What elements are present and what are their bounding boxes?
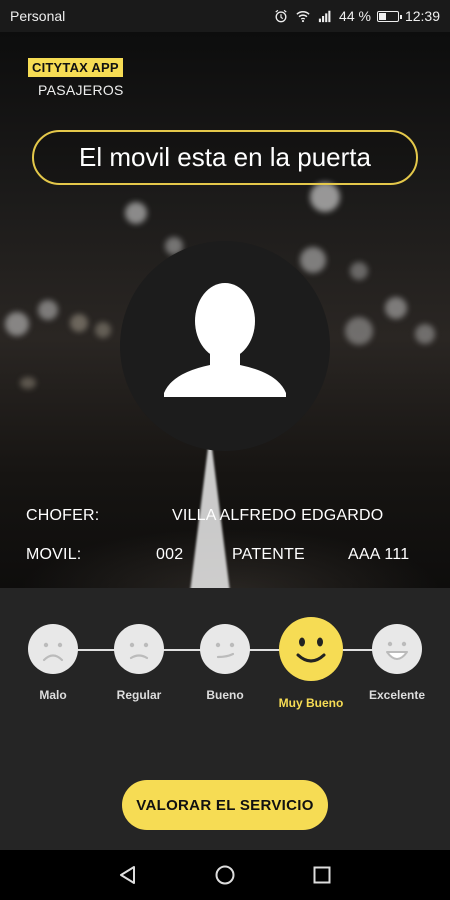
bokeh-light bbox=[95, 322, 111, 338]
user-silhouette-icon bbox=[164, 283, 286, 397]
bokeh-light bbox=[385, 297, 407, 319]
wifi-icon bbox=[296, 11, 310, 23]
app-subtitle: PASAJEROS bbox=[38, 82, 124, 98]
movil-label: MOVIL: bbox=[26, 546, 82, 563]
back-button[interactable] bbox=[108, 855, 148, 895]
recents-button[interactable] bbox=[302, 855, 342, 895]
rating-label-regular: Regular bbox=[116, 688, 162, 702]
carrier-label: Personal bbox=[10, 8, 66, 24]
status-icons: 44 % 12:39 bbox=[273, 8, 440, 24]
movil-value: 002 bbox=[156, 546, 184, 563]
battery-icon bbox=[376, 10, 402, 22]
app-logo: CITYTAX APP bbox=[28, 58, 123, 77]
system-nav-bar bbox=[0, 850, 450, 900]
happy-face-icon bbox=[296, 637, 326, 663]
rating-label-bueno: Bueno bbox=[206, 688, 244, 702]
chofer-name: VILLA ALFREDO EDGARDO bbox=[172, 507, 384, 524]
rating-label-malo: Malo bbox=[39, 688, 67, 702]
clock: 12:39 bbox=[404, 8, 440, 24]
bokeh-light bbox=[415, 324, 435, 344]
hero-background: CITYTAX APP PASAJEROS El movil esta en l… bbox=[0, 32, 450, 588]
rating-label-muy-bueno: Muy Bueno bbox=[278, 696, 344, 710]
patente-value: AAA 111 bbox=[348, 546, 410, 563]
bokeh-light bbox=[350, 262, 368, 280]
back-triangle-icon bbox=[120, 866, 136, 884]
rate-service-button[interactable]: VALORAR EL SERVICIO bbox=[122, 780, 328, 830]
laughing-face-icon bbox=[386, 641, 408, 660]
bokeh-light bbox=[70, 314, 88, 332]
rating-label-excelente: Excelente bbox=[368, 688, 426, 702]
rating-option-regular[interactable] bbox=[114, 624, 164, 674]
arrival-notice: El movil esta en la puerta bbox=[32, 130, 418, 185]
rating-option-muy-bueno[interactable] bbox=[279, 617, 343, 681]
alarm-icon bbox=[275, 9, 287, 23]
home-button[interactable] bbox=[205, 855, 245, 895]
very-sad-face-icon bbox=[42, 642, 64, 662]
patente-label: PATENTE bbox=[232, 546, 305, 563]
sad-face-icon bbox=[129, 642, 149, 660]
battery-percent: 44 % bbox=[339, 8, 371, 24]
bokeh-light bbox=[310, 182, 340, 212]
rating-option-malo[interactable] bbox=[28, 624, 78, 674]
bokeh-light bbox=[345, 317, 373, 345]
neutral-face-icon bbox=[215, 642, 235, 659]
bokeh-light bbox=[20, 377, 36, 389]
signal-icon bbox=[318, 10, 331, 23]
rating-option-bueno[interactable] bbox=[200, 624, 250, 674]
recents-square-icon bbox=[313, 866, 331, 884]
rating-option-excelente[interactable] bbox=[372, 624, 422, 674]
bokeh-light bbox=[5, 312, 29, 336]
bokeh-light bbox=[38, 300, 58, 320]
status-bar: Personal 44 % 12:39 bbox=[0, 0, 450, 32]
home-circle-icon bbox=[215, 865, 235, 885]
bokeh-light bbox=[125, 202, 147, 224]
driver-avatar bbox=[120, 241, 330, 451]
rating-panel: Malo Regular Bueno Muy Bueno Excelente V… bbox=[0, 588, 450, 850]
chofer-label: CHOFER: bbox=[26, 507, 100, 524]
